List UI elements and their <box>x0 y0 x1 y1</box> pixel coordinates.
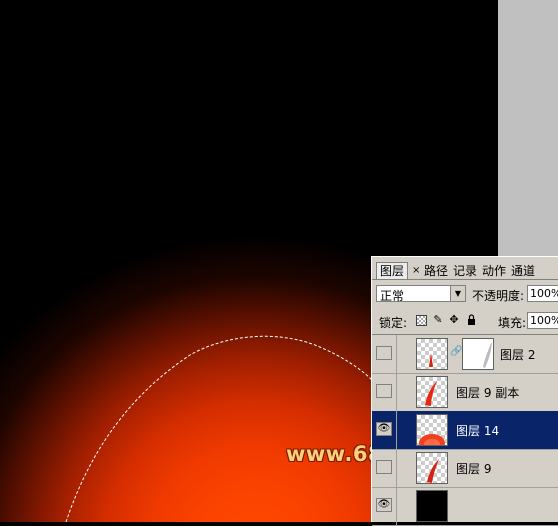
divider <box>396 373 397 411</box>
layer-row[interactable]: 图层 9 副本 <box>372 373 558 412</box>
layer-name[interactable]: 图层 9 <box>456 460 491 477</box>
chevron-down-icon[interactable]: ▼ <box>450 286 465 301</box>
divider <box>396 335 397 373</box>
tab-channels[interactable]: 通道 <box>509 263 537 279</box>
layer-thumbnail <box>416 376 448 408</box>
fill-label: 填充: <box>498 316 527 330</box>
layer-row[interactable]: 👁 <box>372 487 558 526</box>
layers-panel: 图层 × 路径 记录 动作 通道 正常 ▼ 不透明度: 100% 锁定: ✎ ✥… <box>371 256 558 526</box>
divider <box>396 487 397 525</box>
layer-mask-thumbnail[interactable] <box>462 338 494 370</box>
layer-name[interactable]: 图层 14 <box>456 422 499 439</box>
eye-icon[interactable]: 👁 <box>376 422 392 436</box>
layer-row[interactable]: 🔗 图层 2 <box>372 335 558 374</box>
opacity-label: 不透明度: <box>472 289 525 303</box>
layer-name[interactable]: 图层 9 副本 <box>456 384 519 401</box>
opacity-input[interactable]: 100% <box>527 285 558 302</box>
layer-thumbnail <box>416 338 448 370</box>
blend-mode-select[interactable]: 正常 ▼ <box>376 285 466 303</box>
panel-tabs: 图层 × 路径 记录 动作 通道 <box>372 261 558 280</box>
tab-paths[interactable]: 路径 <box>422 263 450 279</box>
layer-list: 🔗 图层 2 图层 9 副本 👁 图层 14 图层 9 👁 <box>372 334 558 526</box>
blend-mode-value: 正常 <box>380 289 405 303</box>
visibility-toggle[interactable] <box>376 346 392 360</box>
layer-thumbnail <box>416 452 448 484</box>
visibility-toggle[interactable] <box>376 384 392 398</box>
lock-pixels-brush-icon[interactable]: ✎ <box>432 314 444 326</box>
tab-layers[interactable]: 图层 <box>376 262 409 279</box>
visibility-toggle[interactable] <box>376 460 392 474</box>
lock-all-icon[interactable] <box>465 314 477 326</box>
lock-label: 锁定: <box>379 316 408 330</box>
link-chain-icon[interactable]: 🔗 <box>450 346 462 357</box>
lock-position-move-icon[interactable]: ✥ <box>448 314 460 326</box>
tab-actions[interactable]: 动作 <box>480 263 508 279</box>
fill-input[interactable]: 100% <box>527 312 558 329</box>
tab-history[interactable]: 记录 <box>451 263 479 279</box>
layer-thumbnail <box>416 414 448 446</box>
divider <box>396 449 397 487</box>
layer-row-selected[interactable]: 👁 图层 14 <box>372 411 558 450</box>
close-icon[interactable]: × <box>410 263 422 279</box>
lock-transparency-icon[interactable] <box>416 315 427 326</box>
layer-thumbnail <box>416 490 448 522</box>
eye-icon[interactable]: 👁 <box>376 498 392 512</box>
divider <box>396 411 397 449</box>
layer-name[interactable]: 图层 2 <box>500 346 535 363</box>
layer-row[interactable]: 图层 9 <box>372 449 558 488</box>
